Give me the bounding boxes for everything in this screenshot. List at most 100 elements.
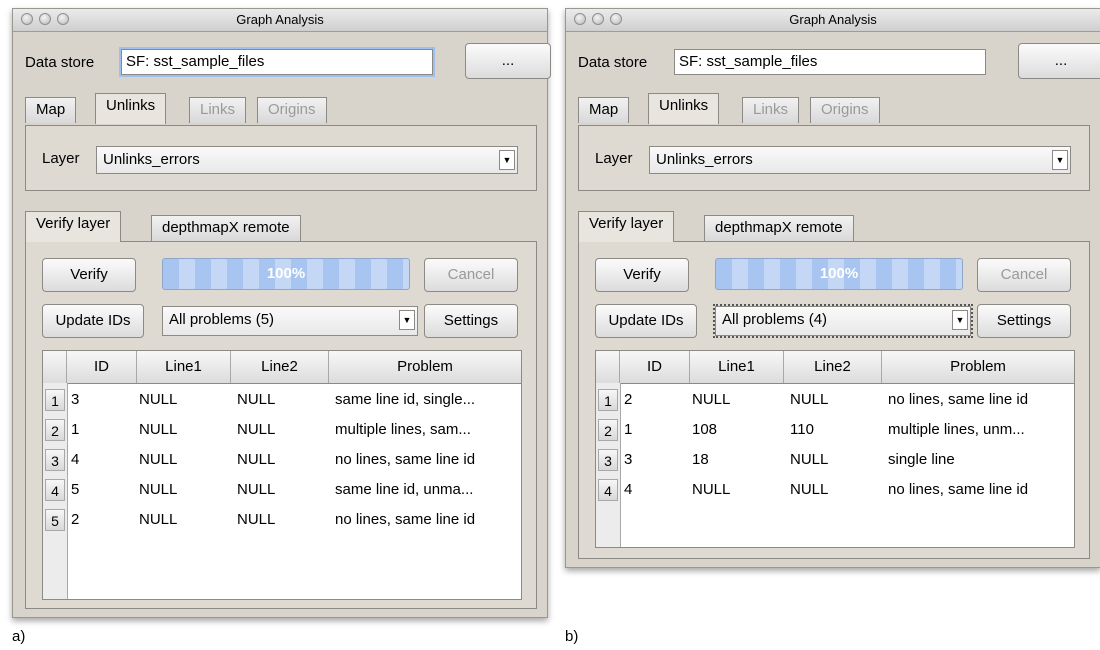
minimize-window-icon[interactable] [592, 13, 604, 25]
verify-layer-panel: Verify 100% Cancel Update IDs All proble… [25, 241, 537, 609]
zoom-window-icon[interactable] [57, 13, 69, 25]
window-title: Graph Analysis [789, 12, 877, 27]
column-header-id[interactable]: ID [67, 351, 137, 383]
row-number[interactable]: 1 [598, 389, 618, 411]
tab-links: Links [742, 97, 800, 123]
cell-problem: no lines, same line id [335, 511, 476, 528]
row-number[interactable]: 1 [45, 389, 65, 411]
column-header-line1[interactable]: Line1 [137, 351, 231, 383]
problems-filter-select[interactable]: All problems (5) ▼ [162, 306, 418, 336]
close-window-icon[interactable] [574, 13, 586, 25]
cell-line2: NULL [237, 451, 276, 468]
cell-line1: NULL [139, 451, 178, 468]
settings-button[interactable]: Settings [424, 304, 518, 338]
table-row[interactable]: 5 2 NULL NULL no lines, same line id [43, 505, 521, 535]
close-window-icon[interactable] [21, 13, 33, 25]
cell-id: 4 [71, 451, 80, 468]
cell-id: 2 [71, 511, 80, 528]
row-number[interactable]: 5 [45, 509, 65, 531]
cell-line1: NULL [139, 421, 178, 438]
cell-line1: NULL [692, 391, 731, 408]
layer-select[interactable]: Unlinks_errors ▼ [96, 146, 518, 174]
cell-line2: NULL [237, 391, 276, 408]
tab-map[interactable]: Map [25, 97, 77, 123]
unlinks-panel: Layer Unlinks_errors ▼ [25, 125, 537, 191]
table-row[interactable]: 1 2 NULL NULL no lines, same line id [596, 385, 1074, 415]
problems-filter-select[interactable]: All problems (4) ▼ [713, 304, 973, 338]
verify-layer-panel: Verify 100% Cancel Update IDs All proble… [578, 241, 1090, 559]
graph-analysis-window-a: Graph Analysis Data store SF: sst_sample… [12, 8, 551, 618]
cell-line2: NULL [237, 511, 276, 528]
cell-line2: NULL [237, 421, 276, 438]
tab-verify-layer[interactable]: Verify layer [25, 211, 122, 242]
column-header-problem[interactable]: Problem [329, 351, 521, 383]
row-number[interactable]: 3 [45, 449, 65, 471]
cell-line1: NULL [139, 481, 178, 498]
tab-map[interactable]: Map [578, 97, 630, 123]
tab-depthmapx-remote[interactable]: depthmapX remote [151, 215, 301, 241]
table-row[interactable]: 2 1 108 110 multiple lines, unm... [596, 415, 1074, 445]
verify-button[interactable]: Verify [595, 258, 689, 292]
unlinks-panel: Layer Unlinks_errors ▼ [578, 125, 1090, 191]
cell-id: 1 [624, 421, 633, 438]
cell-line2: 110 [790, 421, 814, 438]
tab-unlinks[interactable]: Unlinks [648, 93, 720, 124]
cell-line2: NULL [790, 481, 829, 498]
update-ids-button[interactable]: Update IDs [595, 304, 697, 338]
cell-problem: same line id, single... [335, 391, 476, 408]
cell-line1: NULL [139, 511, 178, 528]
tab-verify-layer[interactable]: Verify layer [578, 211, 675, 242]
table-row[interactable]: 1 3 NULL NULL same line id, single... [43, 385, 521, 415]
problems-table: ID Line1 Line2 Problem 1 2 NULL NULL no … [595, 350, 1075, 548]
cell-problem: no lines, same line id [888, 481, 1029, 498]
row-number[interactable]: 4 [45, 479, 65, 501]
data-store-input[interactable]: SF: sst_sample_files [674, 49, 986, 75]
row-number[interactable]: 2 [598, 419, 618, 441]
settings-button[interactable]: Settings [977, 304, 1071, 338]
data-store-label: Data store [578, 54, 648, 71]
problems-filter-value: All problems (4) [722, 311, 828, 328]
cell-line1: NULL [139, 391, 178, 408]
column-header-line1[interactable]: Line1 [690, 351, 784, 383]
column-header-line2[interactable]: Line2 [231, 351, 329, 383]
cancel-button: Cancel [977, 258, 1071, 292]
progress-bar: 100% [162, 258, 410, 290]
title-bar: Graph Analysis [566, 9, 1100, 32]
cell-line1: 108 [692, 421, 718, 438]
cell-problem: multiple lines, unm... [888, 421, 1025, 438]
browse-button[interactable]: ... [1018, 43, 1100, 79]
layer-select[interactable]: Unlinks_errors ▼ [649, 146, 1071, 174]
dropdown-arrow-icon[interactable]: ▼ [1052, 150, 1068, 170]
caption-a: a) [12, 628, 26, 645]
update-ids-button[interactable]: Update IDs [42, 304, 144, 338]
table-header: ID Line1 Line2 Problem [43, 351, 521, 384]
table-row[interactable]: 4 5 NULL NULL same line id, unma... [43, 475, 521, 505]
browse-button[interactable]: ... [465, 43, 551, 79]
column-header-id[interactable]: ID [620, 351, 690, 383]
row-number[interactable]: 4 [598, 479, 618, 501]
row-number[interactable]: 2 [45, 419, 65, 441]
cell-problem: multiple lines, sam... [335, 421, 471, 438]
layer-label: Layer [42, 150, 80, 167]
column-header-line2[interactable]: Line2 [784, 351, 882, 383]
minimize-window-icon[interactable] [39, 13, 51, 25]
dropdown-arrow-icon[interactable]: ▼ [399, 310, 415, 330]
tab-unlinks[interactable]: Unlinks [95, 93, 167, 124]
window-title: Graph Analysis [236, 12, 324, 27]
table-row[interactable]: 3 4 NULL NULL no lines, same line id [43, 445, 521, 475]
data-store-input[interactable]: SF: sst_sample_files [119, 47, 435, 77]
corner-header [43, 351, 67, 383]
cell-problem: same line id, unma... [335, 481, 474, 498]
dropdown-arrow-icon[interactable]: ▼ [952, 310, 968, 330]
column-header-problem[interactable]: Problem [882, 351, 1074, 383]
table-row[interactable]: 4 4 NULL NULL no lines, same line id [596, 475, 1074, 505]
graph-analysis-window-b: Graph Analysis Data store SF: sst_sample… [565, 8, 1100, 568]
row-number[interactable]: 3 [598, 449, 618, 471]
caption-b: b) [565, 628, 579, 645]
table-row[interactable]: 3 3 18 NULL single line [596, 445, 1074, 475]
verify-button[interactable]: Verify [42, 258, 136, 292]
tab-depthmapx-remote[interactable]: depthmapX remote [704, 215, 854, 241]
zoom-window-icon[interactable] [610, 13, 622, 25]
table-row[interactable]: 2 1 NULL NULL multiple lines, sam... [43, 415, 521, 445]
dropdown-arrow-icon[interactable]: ▼ [499, 150, 515, 170]
